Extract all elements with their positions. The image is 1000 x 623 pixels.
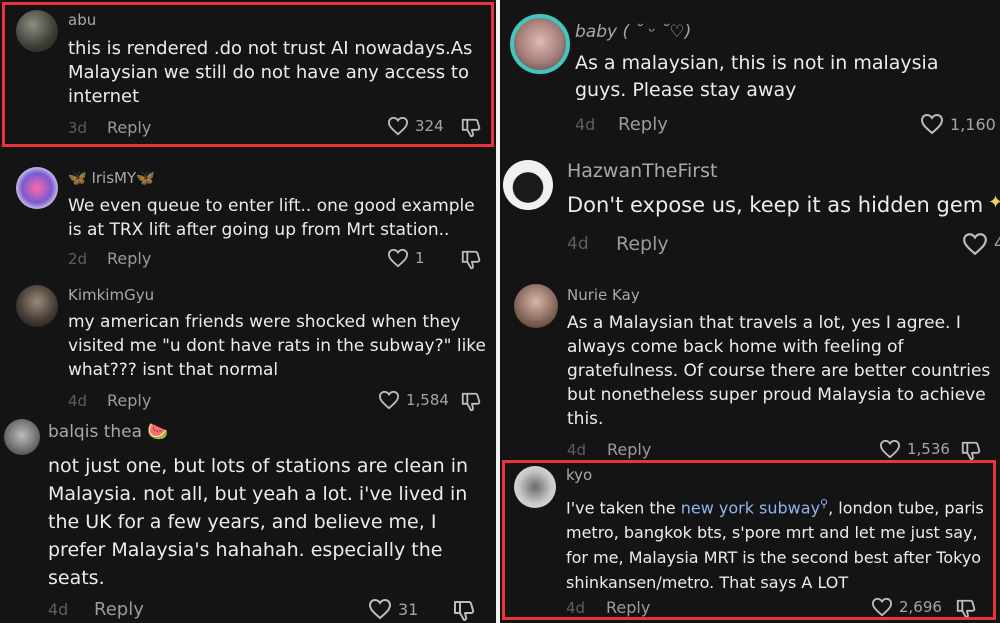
reply-button[interactable]: Reply <box>618 114 668 135</box>
comment-username[interactable]: KimkimGyu <box>68 286 154 304</box>
dislike-button[interactable] <box>460 391 482 417</box>
comment-text: As a malaysian, this is not in malaysia … <box>575 52 939 101</box>
comment-username[interactable]: Nurie Kay <box>567 286 640 304</box>
like-count: 1 <box>415 249 425 267</box>
reply-button[interactable]: Reply <box>107 249 151 268</box>
thumbs-down-icon <box>461 250 481 270</box>
comments-column-left: abu this is rendered .do not trust AI no… <box>0 0 496 623</box>
comment-username[interactable]: HazwanTheFirst <box>567 160 717 182</box>
heart-outline-icon <box>920 113 944 135</box>
highlight-box <box>2 2 494 147</box>
avatar[interactable] <box>16 167 58 209</box>
like-button[interactable]: 31 <box>368 598 418 620</box>
heart-outline-icon <box>387 248 409 268</box>
comment-age: 4d <box>68 392 88 410</box>
reply-button[interactable]: Reply <box>94 599 144 620</box>
comment-text: As a Malaysian that travels a lot, yes I… <box>567 313 991 429</box>
thumbs-down-icon <box>961 441 981 461</box>
comment-username[interactable]: balqis thea 🍉 <box>48 422 169 442</box>
comment-text: Don't expose us, keep it as hidden gem <box>567 193 984 217</box>
comment-text: not just one, but lots of stations are c… <box>48 455 469 589</box>
reply-button[interactable]: Reply <box>607 440 651 459</box>
like-button[interactable]: 1,160 <box>920 113 996 135</box>
avatar[interactable] <box>503 160 553 210</box>
dislike-button[interactable] <box>460 249 482 275</box>
avatar[interactable] <box>510 14 570 74</box>
heart-outline-icon <box>879 439 901 459</box>
comment-age: 4d <box>567 441 587 459</box>
highlight-box <box>502 460 996 620</box>
thumbs-down-icon <box>461 392 481 412</box>
avatar[interactable] <box>514 284 558 328</box>
like-count: 1,160 <box>950 114 996 134</box>
like-button[interactable]: 1 <box>387 248 425 268</box>
comment-username[interactable]: 🦋 IrisMY🦋 <box>68 169 155 187</box>
like-button[interactable]: 4 <box>962 232 1000 256</box>
like-count: 4 <box>994 234 1000 254</box>
comment-age: 4d <box>575 115 596 134</box>
comment-username[interactable]: baby ( ˘ ᵕ ˘♡) <box>575 22 691 42</box>
comment-text: We even queue to enter lift.. one good e… <box>68 196 475 240</box>
sparkle-emoji: ✦ <box>988 192 1000 213</box>
like-button[interactable]: 1,584 <box>378 390 449 410</box>
heart-outline-icon <box>368 598 392 620</box>
comment-text: my american friends were shocked when th… <box>68 312 486 380</box>
avatar[interactable] <box>4 419 40 455</box>
dislike-button[interactable] <box>452 599 476 623</box>
like-count: 1,584 <box>406 391 449 409</box>
heart-outline-icon <box>963 233 987 256</box>
like-button[interactable]: 1,536 <box>879 439 950 459</box>
heart-outline-icon <box>378 390 400 410</box>
comment-age: 4d <box>48 600 69 619</box>
reply-button[interactable]: Reply <box>616 233 669 255</box>
reply-button[interactable]: Reply <box>107 391 151 410</box>
like-count: 1,536 <box>907 440 950 458</box>
comment-age: 2d <box>68 250 88 268</box>
comments-column-right: baby ( ˘ ᵕ ˘♡) As a malaysian, this is n… <box>500 0 1000 623</box>
like-count: 31 <box>398 599 419 619</box>
thumbs-down-icon <box>454 601 475 621</box>
comment-age: 4d <box>567 234 589 254</box>
avatar[interactable] <box>16 285 58 327</box>
